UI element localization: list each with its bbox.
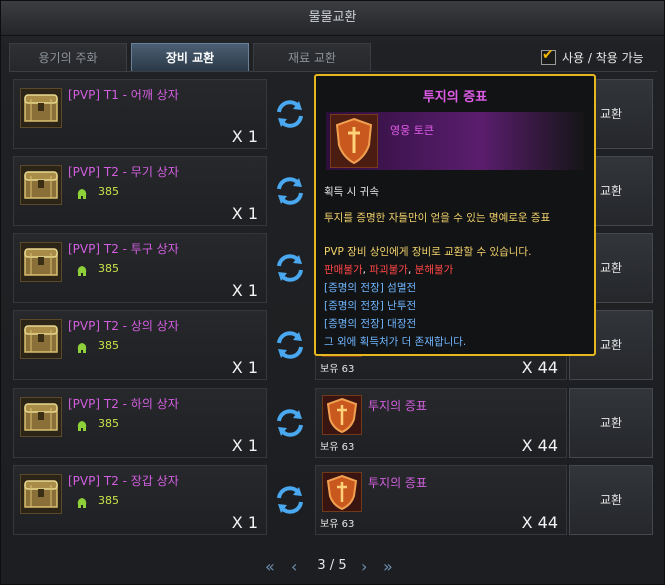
shield-token-icon [330,114,378,168]
exchange-window: 물물교환 용기의 주화 장비 교환 재료 교환 ✔ 사용 / 착용 가능 [PVP… [0,0,665,585]
reward-cost: 385 [98,339,119,352]
tooltip-source-3: [증명의 전장] 대장전 [324,318,417,330]
reward-item-slot[interactable]: [PVP] T2 - 하의 상자 385 X 1 [13,388,267,458]
usable-filter[interactable]: ✔ 사용 / 착용 가능 [541,47,644,66]
tab-courage-coin[interactable]: 용기의 주화 [9,43,127,71]
pvp-helmet-icon [76,417,88,431]
pvp-helmet-icon [76,494,88,508]
cost-quantity: X 44 [521,513,558,532]
reward-quantity: X 1 [231,436,258,455]
restriction-no-dismantle: 분해불가 [414,264,454,276]
reward-item-name: [PVP] T2 - 하의 상자 [68,397,179,411]
exchange-button[interactable]: 교환 [569,465,653,535]
usable-checkbox[interactable]: ✔ [541,47,556,65]
reward-item-slot[interactable]: [PVP] T2 - 투구 상자 385 X 1 [13,233,267,303]
reward-item-name: [PVP] T2 - 투구 상자 [68,242,179,256]
prev-page-icon[interactable]: ‹ [291,557,297,577]
tab-equipment-exchange[interactable]: 장비 교환 [131,43,249,71]
exchange-arrow-icon [273,483,307,517]
reward-cost: 385 [98,262,119,275]
reward-quantity: X 1 [231,513,258,532]
tooltip-description: 투지를 증명한 자들만이 얻을 수 있는 명예로운 증표 [324,212,551,224]
restriction-no-sell: 판매불가 [324,264,363,276]
pvp-helmet-icon [76,185,88,199]
cost-quantity: X 44 [521,358,558,377]
check-icon: ✔ [542,47,554,63]
reward-item-name: [PVP] T2 - 무기 상자 [68,165,179,179]
cost-quantity: X 44 [521,436,558,455]
reward-quantity: X 1 [231,358,258,377]
tab-material-exchange[interactable]: 재료 교환 [253,43,371,71]
treasure-chest-icon [20,474,62,514]
reward-item-name: [PVP] T2 - 장갑 상자 [68,474,179,488]
reward-cost: 385 [98,417,119,430]
treasure-chest-icon [20,319,62,359]
treasure-chest-icon [20,397,62,437]
tooltip-title: 투지의 증표 [422,90,488,105]
reward-item-slot[interactable]: [PVP] T2 - 상의 상자 385 X 1 [13,310,267,380]
treasure-chest-icon [20,165,62,205]
last-page-icon[interactable]: » [383,557,393,577]
treasure-chest-icon [20,242,62,282]
reward-cost: 385 [98,185,119,198]
pvp-helmet-icon [76,262,88,276]
cost-item-slot[interactable]: 투지의 증표보유 63 X 44 [315,388,567,458]
cost-item-slot[interactable]: 투지의 증표보유 63 X 44 [315,465,567,535]
exchange-arrow-icon [273,406,307,440]
reward-quantity: X 1 [231,204,258,223]
reward-item-slot[interactable]: [PVP] T2 - 무기 상자 385 X 1 [13,156,267,226]
exchange-arrow-icon [273,328,307,362]
first-page-icon[interactable]: « [265,557,275,577]
tooltip-usage: PVP 장비 상인에게 장비로 교환할 수 있습니다. [324,246,532,258]
exchange-row: [PVP] T2 - 장갑 상자 385 X 1 투지의 증표보유 63 X 44 교환 [13,465,657,535]
reward-item-slot[interactable]: [PVP] T2 - 장갑 상자 385 X 1 [13,465,267,535]
tooltip-bind: 획득 시 귀속 [324,186,379,198]
exchange-arrow-icon [273,97,307,131]
owned-count: 보유 63 [320,364,355,375]
tooltip-more: 그 외에 획득처가 더 존재합니다. [324,336,467,348]
owned-count: 보유 63 [320,519,355,530]
exchange-arrow-icon [273,251,307,285]
reward-cost: 385 [98,494,119,507]
reward-quantity: X 1 [231,281,258,300]
usable-filter-label: 사용 / 착용 가능 [562,51,644,65]
shield-token-icon [322,395,362,435]
reward-quantity: X 1 [231,127,258,146]
reward-item-slot[interactable]: [PVP] T1 - 어깨 상자 X 1 [13,79,267,149]
cost-item-name: 투지의 증표 [368,476,428,490]
exchange-row: [PVP] T2 - 하의 상자 385 X 1 투지의 증표보유 63 X 44 교환 [13,388,657,458]
reward-item-name: [PVP] T2 - 상의 상자 [68,319,179,333]
owned-count: 보유 63 [320,442,355,453]
treasure-chest-icon [20,88,62,128]
page-indicator: 3 / 5 [317,558,347,573]
window-title: 물물교환 [1,1,664,36]
tooltip-source-2: [증명의 전장] 난투전 [324,300,417,312]
tooltip-grade: 영웅 토큰 [390,124,434,137]
tooltip-restrictions: 판매불가, 파괴불가, 분해불가 [324,264,454,276]
tooltip-source-1: [증명의 전장] 섬멸전 [324,282,417,294]
exchange-button[interactable]: 교환 [569,388,653,458]
exchange-arrow-icon [273,174,307,208]
next-page-icon[interactable]: › [361,557,367,577]
reward-item-name: [PVP] T1 - 어깨 상자 [68,88,179,102]
restriction-no-destroy: 파괴불가 [369,264,408,276]
pvp-helmet-icon [76,339,88,353]
cost-item-name: 투지의 증표 [368,399,428,413]
item-tooltip: 투지의 증표 영웅 토큰 획득 시 귀속 투지를 증명한 자들만이 얻을 수 있… [314,74,596,356]
shield-token-icon [322,472,362,512]
tab-divider [9,71,657,72]
